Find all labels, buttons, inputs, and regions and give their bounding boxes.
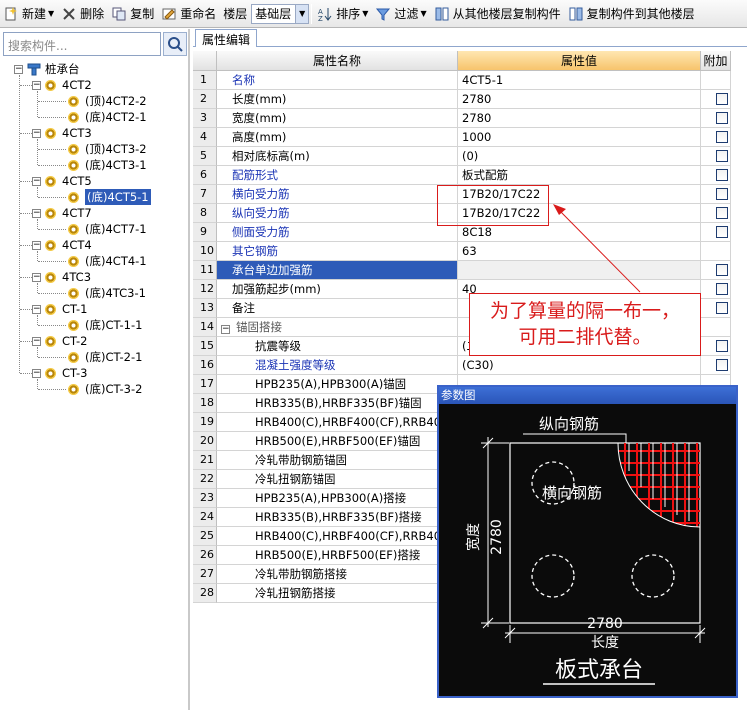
label-longitudinal: 纵向钢筋 [539,415,599,433]
rebar-mesh [617,442,701,528]
parameter-figure-window: 参数图 纵向钢筋 横向钢筋 宽度 2780 2780 长度 板式承台 [437,385,738,698]
width-value: 2780 [489,519,505,555]
diagram-caption: 板式承台 [555,658,643,683]
length-value: 2780 [587,616,623,632]
pile-cap-diagram: 纵向钢筋 横向钢筋 宽度 2780 2780 长度 板式承台 [465,415,706,685]
length-label: 长度 [591,635,619,651]
parameter-figure-title: 参数图 [439,387,736,404]
annotation-note: 为了算量的隔一布一， 可用二排代替。 [469,293,701,356]
label-transverse: 横向钢筋 [542,484,602,502]
width-label: 宽度 [465,523,482,551]
